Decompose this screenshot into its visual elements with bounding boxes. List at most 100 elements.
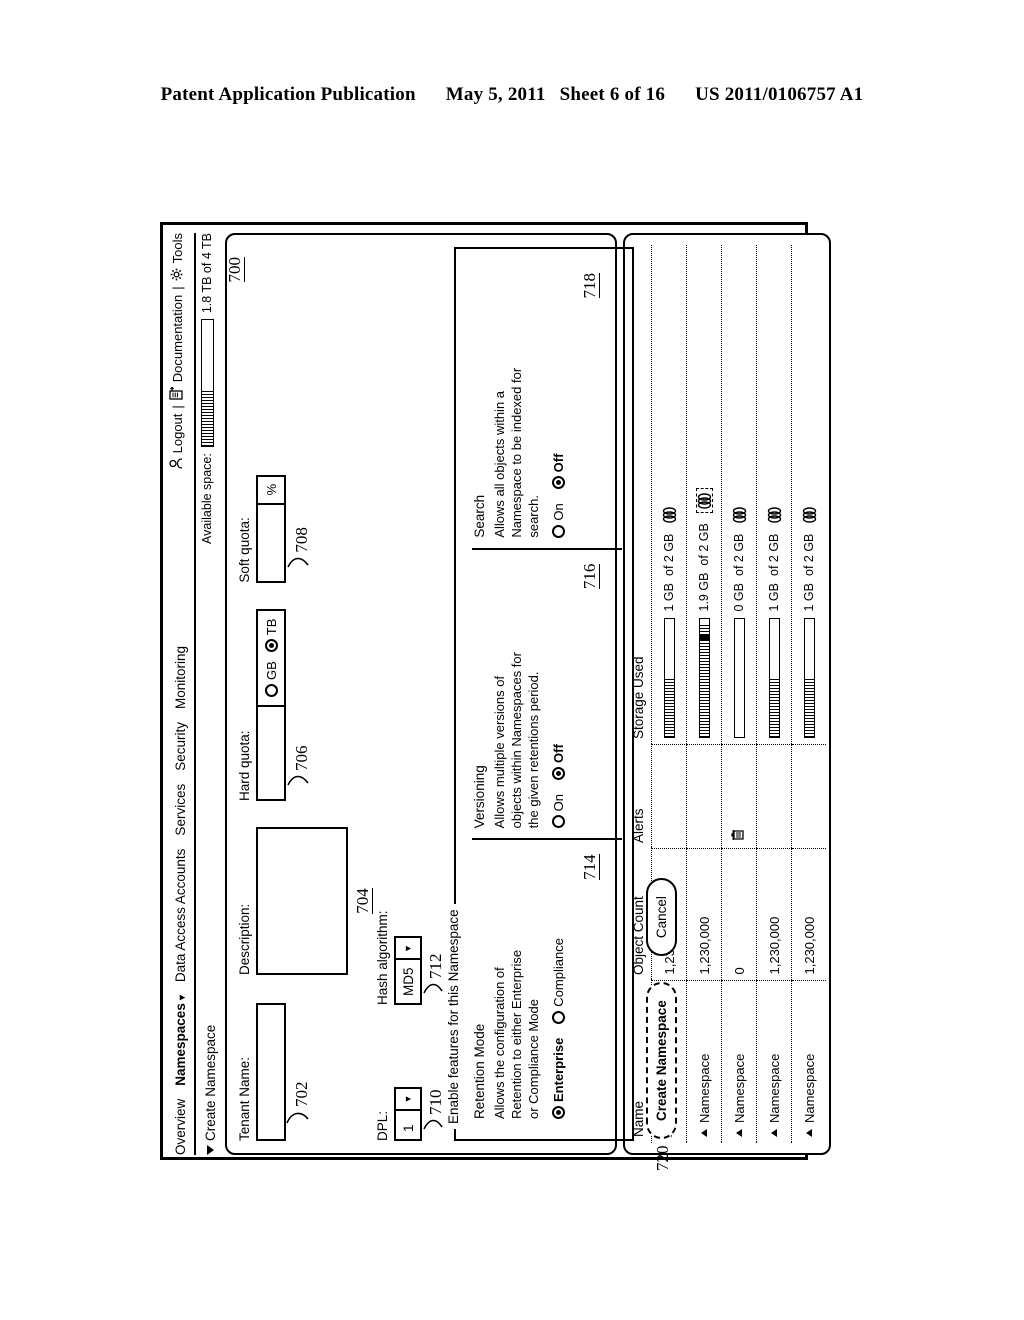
cell-alerts bbox=[791, 745, 826, 849]
reference-numeral-702: 702 bbox=[292, 1081, 311, 1108]
nav-item-data-access-accounts[interactable]: Data Access Accounts bbox=[173, 849, 188, 983]
chevron-down-icon[interactable]: ▼ bbox=[396, 938, 421, 961]
storage-total-value: of 2 GB bbox=[802, 533, 816, 576]
soft-quota-percent-label: % bbox=[263, 483, 279, 496]
breadcrumb[interactable]: Create Namespace bbox=[203, 1025, 218, 1155]
reference-numeral-712: 712 bbox=[426, 953, 446, 980]
soft-quota-input[interactable] bbox=[256, 502, 286, 583]
hash-algorithm-select[interactable]: MD5 ▼ bbox=[394, 936, 423, 1005]
available-space-label: Available space: bbox=[200, 453, 214, 544]
nav-item-namespaces-label: Namespaces bbox=[172, 1003, 188, 1086]
triangle-down-icon bbox=[206, 1145, 214, 1155]
trash-icon[interactable] bbox=[730, 828, 748, 843]
hard-quota-unit-tb[interactable]: TB bbox=[264, 619, 279, 653]
search-title: Search bbox=[472, 494, 488, 538]
nav-item-monitoring[interactable]: Monitoring bbox=[173, 646, 188, 709]
versioning-option-off-label: Off bbox=[551, 744, 567, 763]
available-space-indicator: Available space: 1.8 TB of 4 TB bbox=[200, 233, 214, 544]
chevron-down-icon[interactable]: ▼ bbox=[396, 1089, 421, 1111]
disk-icon[interactable] bbox=[802, 505, 817, 524]
nav-item-services[interactable]: Services bbox=[173, 784, 188, 836]
cell-name[interactable]: Namespace bbox=[686, 981, 722, 1143]
versioning-description: Allows multiple versions of objects with… bbox=[492, 652, 541, 829]
radio-versioning-off[interactable] bbox=[552, 766, 566, 780]
document-icon bbox=[169, 386, 186, 400]
storage-total-value: of 2 GB bbox=[697, 523, 711, 566]
retention-mode-option-enterprise-label: Enterprise bbox=[551, 1037, 567, 1102]
nav-item-namespaces[interactable]: Namespaces ▾ bbox=[173, 995, 188, 1086]
table-row[interactable]: Namespace 1,230,000 1 GB of 2 GB bbox=[791, 245, 826, 1143]
hard-quota-unit-gb-label: GB bbox=[263, 661, 279, 680]
nav-item-overview[interactable]: Overview bbox=[173, 1099, 188, 1155]
enable-features-fieldset: Enable features for this Namespace Reten… bbox=[446, 247, 635, 1141]
documentation-link[interactable]: Documentation bbox=[170, 295, 185, 382]
disk-icon[interactable] bbox=[695, 488, 713, 514]
hard-quota-unit-tb-label: TB bbox=[263, 618, 279, 636]
hard-quota-unit-gb[interactable]: GB bbox=[264, 661, 279, 697]
hard-quota-input[interactable] bbox=[256, 705, 286, 801]
radio-search-off[interactable] bbox=[552, 476, 566, 490]
namespace-name-label: Namespace bbox=[731, 1053, 747, 1123]
retention-mode-option-compliance-label: Compliance bbox=[551, 938, 567, 1007]
table-row[interactable]: Namespace 1,230,000 1.9 GB of 2 GB bbox=[686, 245, 722, 1143]
table-row[interactable]: Namespace 1,230,000 1 GB of 2 GB bbox=[756, 245, 792, 1143]
dpl-group: DPL: 1 ▼ 710 bbox=[375, 1031, 446, 1141]
nav-item-security[interactable]: Security bbox=[173, 722, 188, 771]
search-option-off[interactable]: Off bbox=[551, 454, 566, 490]
radio-gb[interactable] bbox=[264, 684, 278, 697]
search-option-on[interactable]: On bbox=[551, 503, 566, 538]
table-row[interactable]: Namespace 0 0 GB of 2 GB bbox=[721, 245, 757, 1143]
reference-numeral-704: 704 bbox=[353, 888, 374, 914]
soft-quota-label: Soft quota: bbox=[237, 517, 252, 583]
search-option-off-label: Off bbox=[551, 453, 567, 473]
nav-separator-2: | bbox=[170, 286, 185, 290]
description-input[interactable] bbox=[256, 827, 348, 975]
radio-tb[interactable] bbox=[264, 639, 278, 653]
retention-mode-option-compliance[interactable]: Compliance bbox=[551, 938, 566, 1024]
main-navigation-bar: Overview Namespaces ▾ Data Access Account… bbox=[169, 233, 191, 1155]
description-group: Description: 704 bbox=[237, 827, 374, 975]
namespace-admin-window: Overview Namespaces ▾ Data Access Account… bbox=[163, 225, 831, 1171]
storage-used-value: 1 GB bbox=[767, 583, 781, 612]
soft-quota-percent-suffix: % bbox=[256, 474, 286, 503]
radio-compliance[interactable] bbox=[552, 1010, 566, 1024]
reference-numeral-720: 720 bbox=[653, 1145, 673, 1172]
user-icon bbox=[169, 458, 186, 470]
versioning-option-off[interactable]: Off bbox=[551, 744, 566, 780]
tenant-name-input[interactable] bbox=[256, 1003, 286, 1141]
namespace-name-label: Namespace bbox=[766, 1053, 782, 1123]
soft-quota-group: Soft quota: % 708 bbox=[237, 463, 312, 583]
page-subheader: Create Namespace Available space: 1.8 TB… bbox=[200, 233, 220, 1155]
dpl-select[interactable]: 1 ▼ bbox=[394, 1087, 423, 1141]
radio-search-on[interactable] bbox=[552, 524, 566, 538]
gear-icon bbox=[170, 268, 186, 281]
logout-link[interactable]: Logout bbox=[170, 414, 185, 454]
cell-name[interactable]: Namespace bbox=[756, 981, 792, 1143]
disk-icon[interactable] bbox=[732, 505, 747, 524]
cancel-button[interactable]: Cancel bbox=[646, 878, 678, 957]
disk-icon[interactable] bbox=[767, 505, 782, 524]
tenant-name-group: Tenant Name: 702 bbox=[237, 1001, 312, 1141]
dpl-label: DPL: bbox=[375, 1110, 391, 1141]
chevron-down-icon: ▾ bbox=[176, 995, 188, 1001]
reference-numeral-716: 716 bbox=[580, 563, 601, 590]
reference-numeral-714: 714 bbox=[580, 854, 601, 880]
cell-storage-used: 1.9 GB of 2 GB bbox=[686, 245, 722, 745]
radio-enterprise[interactable] bbox=[552, 1106, 566, 1119]
retention-mode-option-enterprise[interactable]: Enterprise bbox=[551, 1038, 566, 1119]
storage-used-bar bbox=[698, 618, 710, 739]
radio-versioning-on[interactable] bbox=[552, 815, 566, 829]
cell-alerts[interactable] bbox=[721, 745, 757, 849]
hash-algorithm-select-value: MD5 bbox=[400, 967, 416, 996]
cell-alerts bbox=[756, 745, 792, 849]
storage-used-bar bbox=[768, 618, 780, 739]
retention-mode-title: Retention Mode bbox=[472, 1023, 488, 1119]
create-namespace-button[interactable]: Create Namespace bbox=[646, 982, 678, 1139]
cell-storage-used: 0 GB of 2 GB bbox=[721, 245, 757, 745]
versioning-option-on[interactable]: On bbox=[551, 794, 566, 829]
hard-quota-label: Hard quota: bbox=[237, 730, 252, 801]
cell-name[interactable]: Namespace bbox=[721, 981, 757, 1143]
tools-link[interactable]: Tools bbox=[170, 233, 185, 263]
cell-name[interactable]: Namespace bbox=[791, 981, 826, 1143]
available-space-meter bbox=[200, 319, 214, 448]
